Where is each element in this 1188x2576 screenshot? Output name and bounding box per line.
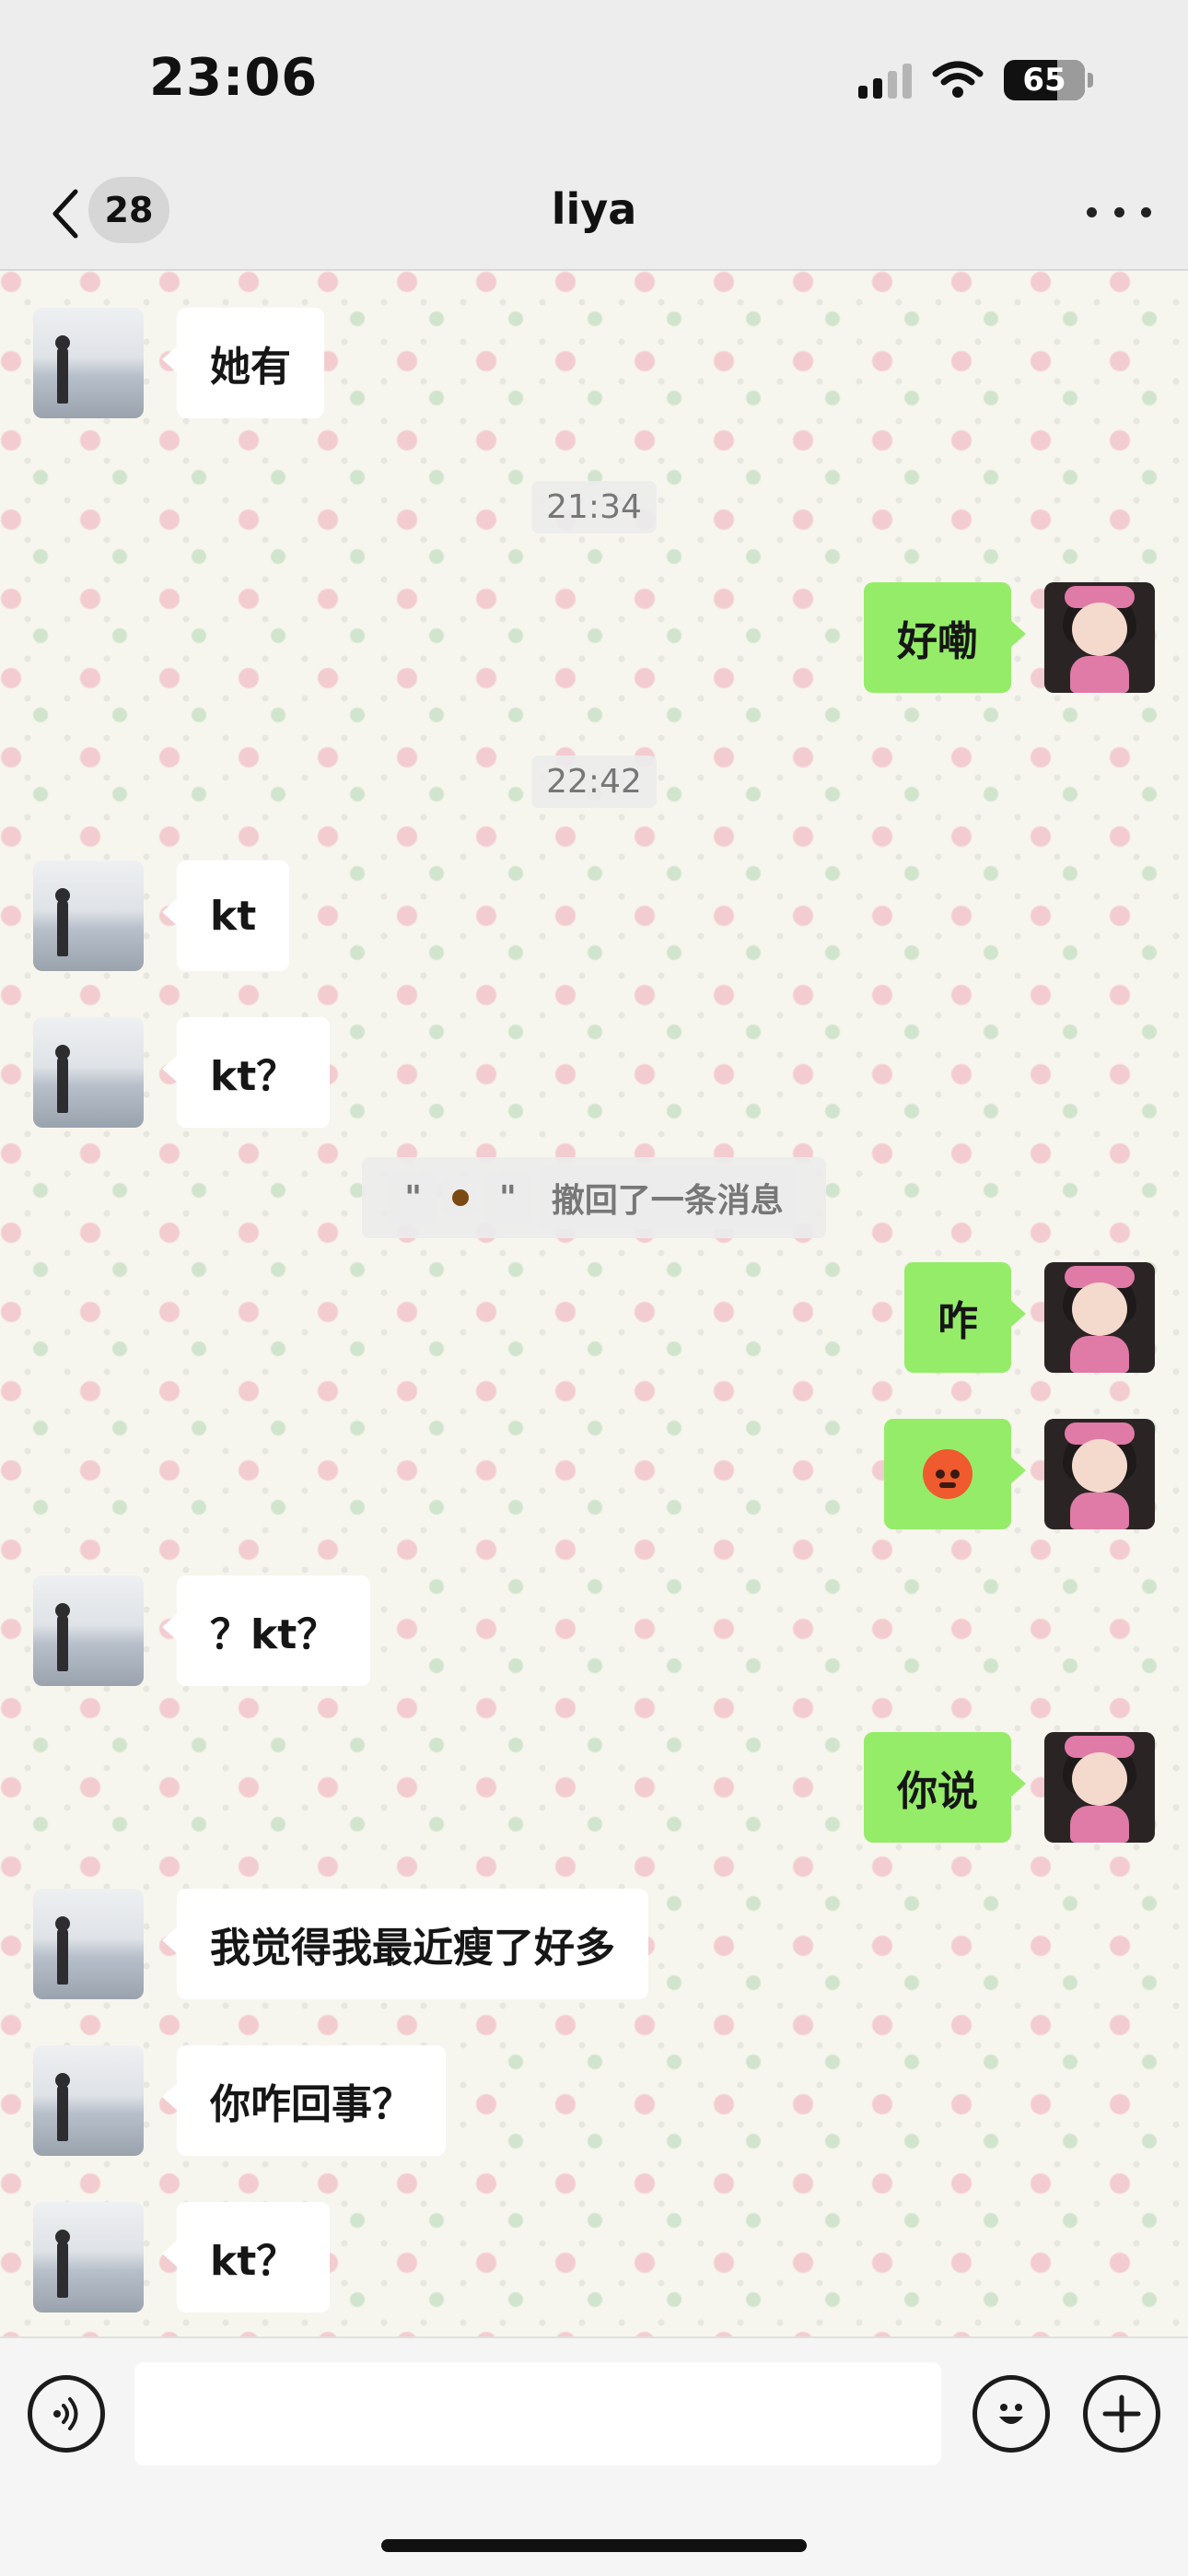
plus-icon	[1102, 2395, 1141, 2433]
battery-level: 65	[1022, 62, 1066, 99]
contact-avatar[interactable]	[33, 308, 144, 418]
sunflower-icon	[441, 1179, 479, 1216]
my-avatar[interactable]	[1044, 1419, 1155, 1529]
message-bubble[interactable]: 她有	[162, 308, 324, 418]
cellular-signal-icon	[858, 62, 912, 99]
voice-icon	[53, 2397, 78, 2430]
contact-avatar[interactable]	[33, 1575, 144, 1686]
wifi-icon	[932, 61, 984, 98]
recall-notice: " " 撤回了一条消息	[0, 1157, 1188, 1238]
message-bubble[interactable]: 好嘞	[864, 582, 1026, 693]
emoji-message-bubble[interactable]	[884, 1419, 1026, 1529]
status-bar: 23:06 65	[0, 0, 1188, 157]
message-bubble[interactable]: kt	[161, 861, 290, 971]
time-stamp: 22:42	[0, 755, 1188, 808]
message-bubble[interactable]: 咋	[904, 1262, 1026, 1373]
message-list[interactable]: 她有 21:34 好嘞 22:42 kt kt？ " " 撤回了一条消息 咋 ？…	[0, 271, 1188, 2336]
message-bubble[interactable]: ？kt？	[161, 1575, 371, 1686]
my-avatar[interactable]	[1044, 1732, 1155, 1843]
chat-header: 28 liya	[0, 157, 1188, 271]
time-stamp-text: 22:42	[531, 755, 657, 808]
message-bubble[interactable]: 你咋回事？	[162, 2045, 446, 2156]
chat-title: liya	[551, 184, 637, 234]
time-stamp-text: 21:34	[531, 481, 657, 533]
angry-face-icon	[923, 1449, 973, 1499]
contact-avatar[interactable]	[33, 1889, 144, 1999]
battery-icon: 65	[1004, 60, 1093, 100]
recall-quote-close: "	[483, 1171, 531, 1224]
recall-quote-open: "	[390, 1171, 437, 1224]
recall-text: 撤回了一条消息	[536, 1166, 798, 1229]
add-attachment-button[interactable]	[1083, 2375, 1160, 2453]
message-input[interactable]	[134, 2362, 941, 2465]
contact-avatar[interactable]	[33, 2202, 144, 2313]
message-bubble[interactable]: 你说	[864, 1732, 1026, 1843]
more-dots-icon	[1087, 206, 1097, 217]
contact-avatar[interactable]	[33, 861, 144, 971]
message-bubble[interactable]: kt？	[161, 2202, 331, 2313]
message-bubble[interactable]: 我觉得我最近瘦了好多	[162, 1889, 648, 1999]
my-avatar[interactable]	[1044, 582, 1155, 693]
time-stamp: 21:34	[0, 481, 1188, 533]
contact-avatar[interactable]	[33, 1017, 144, 1128]
status-time: 23:06	[149, 48, 319, 108]
home-indicator[interactable]	[381, 2539, 807, 2552]
more-options-button[interactable]	[1087, 193, 1151, 230]
voice-input-button[interactable]	[28, 2375, 105, 2453]
contact-avatar[interactable]	[33, 2045, 144, 2156]
emoji-button[interactable]	[973, 2375, 1050, 2453]
my-avatar[interactable]	[1044, 1262, 1155, 1373]
smiley-icon	[999, 2404, 1023, 2424]
message-bubble[interactable]: kt？	[161, 1017, 331, 1128]
status-icons: 65	[858, 57, 1093, 103]
